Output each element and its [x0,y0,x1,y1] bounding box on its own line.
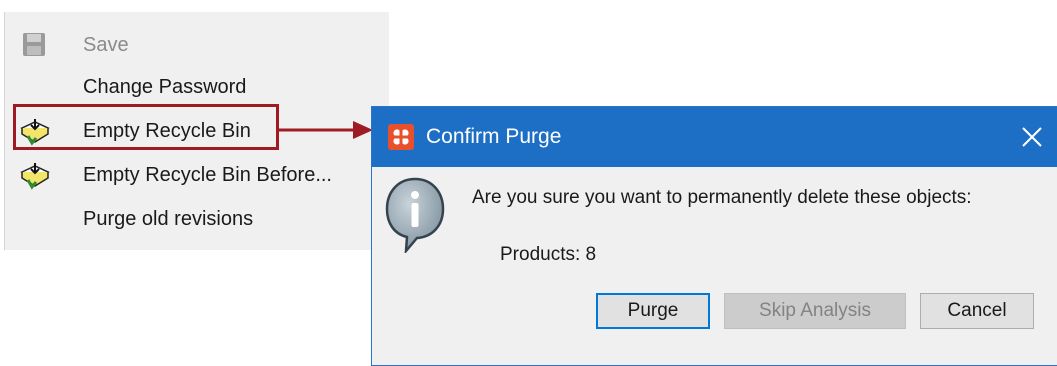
close-button[interactable] [1014,119,1050,155]
menu-item-save[interactable]: Save [11,28,381,62]
purge-detail: Products: 8 [500,244,597,265]
menu-item-label: Purge old revisions [83,207,254,230]
recycle-bin-icon [17,160,53,190]
arrow-right-icon [279,121,373,139]
confirm-message: Are you sure you want to permanently del… [472,187,972,208]
close-icon [1022,127,1042,147]
app-logo-icon [388,124,414,150]
menu-item-label: Save [83,33,129,56]
purge-button[interactable]: Purge [596,293,710,329]
menu-item-empty-recycle-bin-before[interactable]: Empty Recycle Bin Before... [11,158,381,192]
confirm-purge-dialog: Confirm Purge Are you sure you want to p… [371,106,1057,366]
menu-item-label: Change Password [83,75,247,98]
cancel-button[interactable]: Cancel [920,293,1034,329]
info-icon [385,177,445,253]
dialog-titlebar[interactable]: Confirm Purge [372,107,1057,167]
menu-item-purge-old-revisions[interactable]: Purge old revisions [11,202,381,236]
menu-item-label: Empty Recycle Bin Before... [83,163,332,186]
menu-item-change-password[interactable]: Change Password [11,70,381,104]
dialog-title: Confirm Purge [426,125,562,148]
highlight-box [13,104,279,150]
save-icon [17,30,53,60]
skip-analysis-button[interactable]: Skip Analysis [724,293,906,329]
